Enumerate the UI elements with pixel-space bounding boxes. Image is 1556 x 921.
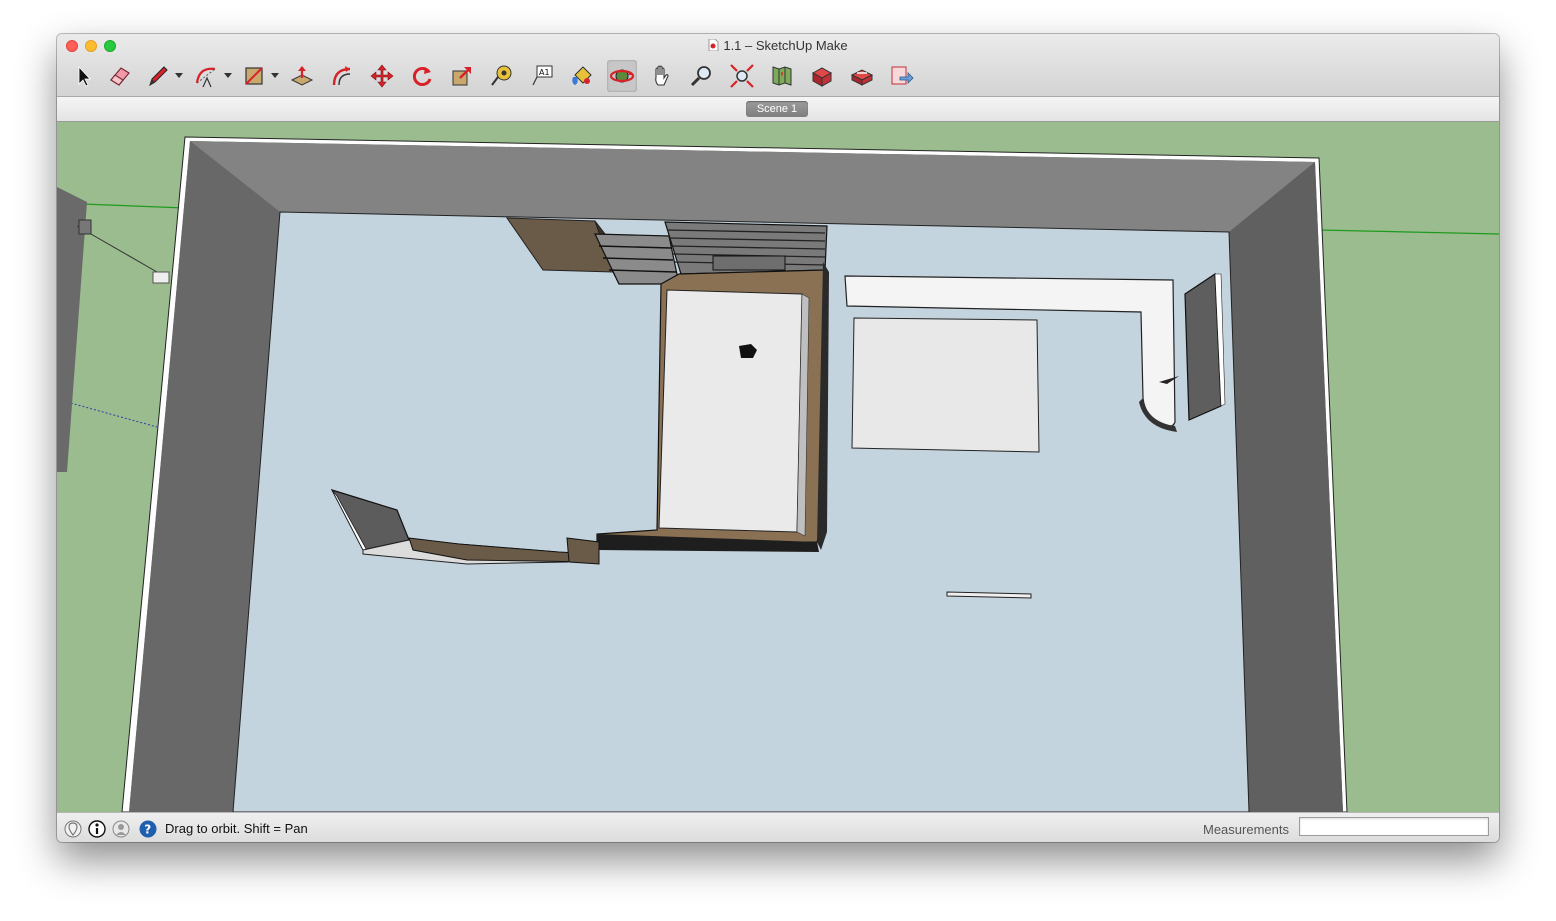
extension-icon xyxy=(850,69,874,86)
text-icon: A1 xyxy=(532,65,553,86)
floor-rug xyxy=(851,317,1040,453)
map-icon xyxy=(772,66,792,86)
share-icon xyxy=(891,66,914,85)
status-bar: ? Drag to orbit. Shift = Pan Measurement… xyxy=(57,812,1499,842)
svg-text:?: ? xyxy=(144,823,151,837)
credits-icon[interactable] xyxy=(88,820,106,838)
warehouse-tool-button[interactable] xyxy=(767,60,797,92)
status-hint: Drag to orbit. Shift = Pan xyxy=(165,821,308,836)
push-pull-icon xyxy=(290,66,314,86)
offset-tool-button[interactable] xyxy=(327,60,357,92)
extension-tool-button[interactable] xyxy=(847,60,877,92)
model-viewport[interactable] xyxy=(57,122,1499,812)
scale-tool-button[interactable] xyxy=(447,60,477,92)
zoom-extents-tool-button[interactable] xyxy=(727,60,757,92)
line-tool-button[interactable] xyxy=(143,60,173,92)
components-icon xyxy=(811,67,833,87)
push-pull-tool-button[interactable] xyxy=(287,60,317,92)
share-model-tool-button[interactable] xyxy=(887,60,917,92)
pencil-icon xyxy=(149,66,168,87)
window-title-text: 1.1 – SketchUp Make xyxy=(723,38,848,53)
text-tool-button[interactable]: A1 xyxy=(527,60,557,92)
measurements-label: Measurements xyxy=(1203,822,1289,837)
window-title: 1.1 – SketchUp Make xyxy=(57,38,1499,53)
arc-tool-menu-caret[interactable] xyxy=(224,73,232,78)
wall-panel xyxy=(1184,272,1226,421)
paint-bucket-tool-button[interactable] xyxy=(567,60,597,92)
orbit-icon xyxy=(609,69,635,83)
rotate-tool-button[interactable] xyxy=(407,60,437,92)
arc-icon xyxy=(195,67,216,88)
move-icon xyxy=(370,64,394,88)
arrow-cursor-icon xyxy=(78,65,91,87)
document-icon xyxy=(708,38,719,52)
arc-tool-button[interactable] xyxy=(191,60,221,92)
scene-tabs-bar: Scene 1 xyxy=(57,97,1499,122)
tape-measure-tool-button[interactable] xyxy=(487,60,517,92)
measurements-input[interactable] xyxy=(1299,817,1489,836)
line-tool-menu-caret[interactable] xyxy=(175,73,183,78)
orbit-tool-button[interactable] xyxy=(607,60,637,92)
zoom-tool-button[interactable] xyxy=(687,60,717,92)
eraser-icon xyxy=(110,67,130,86)
rectangle-icon xyxy=(245,67,263,85)
svg-text:A1: A1 xyxy=(539,68,550,77)
pan-tool-button[interactable] xyxy=(647,60,677,92)
shapes-tool-button[interactable] xyxy=(239,60,269,92)
hand-icon xyxy=(655,65,669,86)
zoom-extents-icon xyxy=(730,64,754,88)
help-icon[interactable]: ? xyxy=(139,820,157,838)
scale-icon xyxy=(452,67,471,86)
rotate-icon xyxy=(412,67,432,86)
components-tool-button[interactable] xyxy=(807,60,837,92)
model-drawing xyxy=(57,122,1499,812)
move-tool-button[interactable] xyxy=(367,60,397,92)
sketchup-window: 1.1 – SketchUp Make A1 Scene 1 ? Drag to… xyxy=(57,34,1499,842)
offset-icon xyxy=(332,66,351,86)
shapes-tool-menu-caret[interactable] xyxy=(271,73,279,78)
scene-tab[interactable]: Scene 1 xyxy=(746,101,808,117)
select-tool-button[interactable] xyxy=(69,60,99,92)
title-bar: 1.1 – SketchUp Make A1 xyxy=(57,34,1499,97)
eraser-tool-button[interactable] xyxy=(105,60,135,92)
geo-location-icon[interactable] xyxy=(64,820,82,838)
paint-bucket-icon xyxy=(572,66,592,85)
magnifier-icon xyxy=(690,66,711,87)
tape-measure-icon xyxy=(491,65,512,86)
user-account-icon[interactable] xyxy=(112,820,130,838)
